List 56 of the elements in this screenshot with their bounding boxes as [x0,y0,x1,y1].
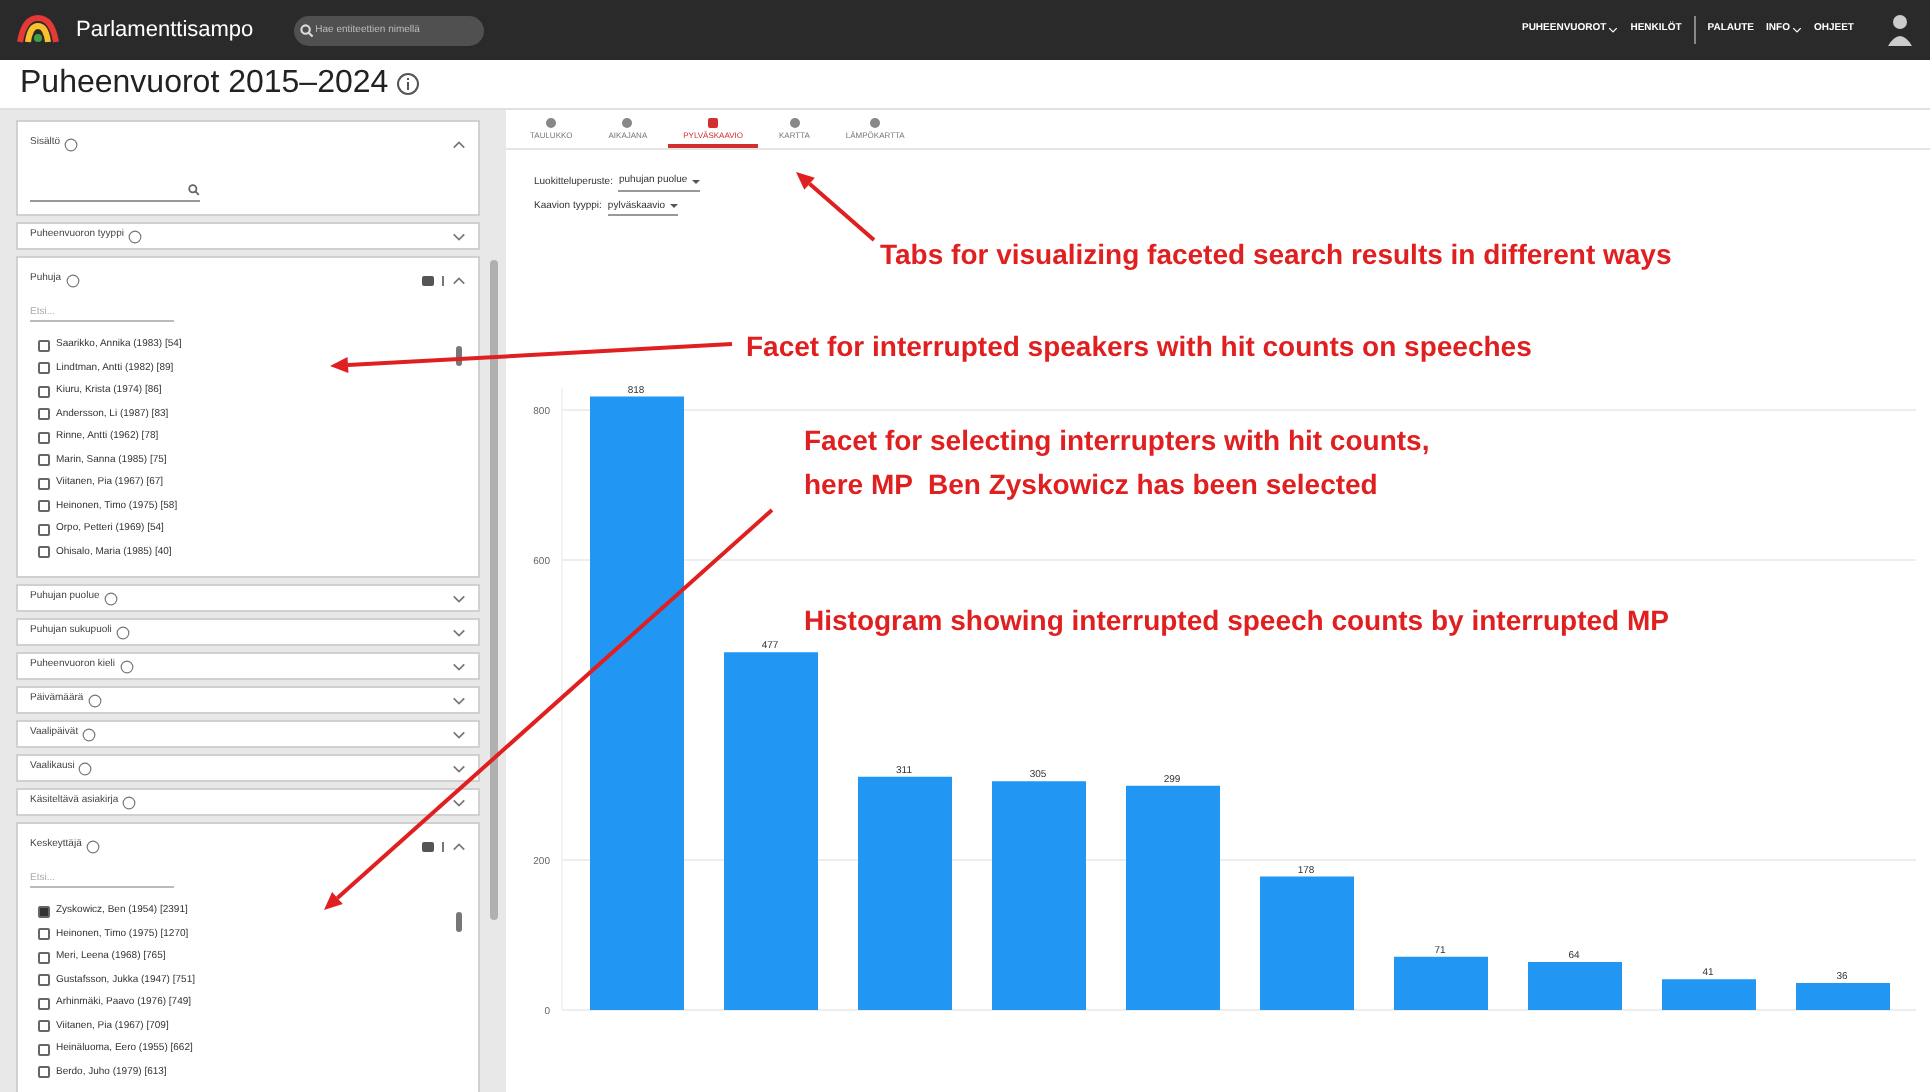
annotation-arrow [796,172,876,242]
checkbox[interactable] [38,546,50,559]
info-icon[interactable] [127,229,142,243]
checkbox[interactable] [38,362,50,375]
checkbox[interactable] [38,523,50,536]
checkbox[interactable] [38,928,50,941]
collapse-icon[interactable] [452,139,466,149]
checkbox[interactable] [38,1043,50,1056]
collapse-icon[interactable] [452,841,466,851]
expand-icon[interactable] [452,231,466,241]
info-icon[interactable] [65,273,80,287]
search-field[interactable] [30,178,200,202]
expand-icon[interactable] [452,593,466,603]
info-icon[interactable] [87,693,102,707]
expand-icon[interactable] [452,729,466,739]
logo-icon [16,14,60,46]
checkbox[interactable] [38,454,50,467]
info-icon[interactable] [78,761,93,775]
user-icon[interactable] [1886,12,1914,48]
app-logo-text[interactable]: Parlamenttisampo [76,13,254,47]
checkbox[interactable] [38,997,50,1010]
info-icon[interactable] [396,72,421,96]
chart-toggle-icon[interactable] [422,841,434,851]
checkbox[interactable] [38,905,50,918]
checkbox[interactable] [38,951,50,964]
expand-icon[interactable] [452,661,466,671]
info-icon[interactable] [119,659,134,673]
search-icon [299,23,314,37]
expand-icon[interactable] [452,627,466,637]
expand-icon[interactable] [452,695,466,705]
search-icon [188,183,200,195]
expand-icon[interactable] [452,763,466,773]
list-scrollbar[interactable] [456,912,462,932]
checkbox[interactable] [38,385,50,398]
checkbox[interactable] [38,339,50,352]
info-icon[interactable] [82,727,97,741]
info-icon[interactable] [122,795,137,809]
checkbox[interactable] [38,408,50,421]
info-icon[interactable] [85,839,100,853]
page-title: Puheenvuorot 2015–2024 [20,64,389,104]
checkbox[interactable] [38,974,50,987]
info-icon[interactable] [115,625,130,639]
caret-icon[interactable] [1608,26,1619,34]
collapse-icon[interactable] [452,275,466,285]
checkbox[interactable] [38,431,50,444]
scrollbar[interactable] [490,260,498,920]
checkbox[interactable] [38,1066,50,1079]
checkbox[interactable] [38,477,50,490]
info-icon[interactable] [64,137,79,151]
caret-icon[interactable] [1791,26,1802,34]
checkbox[interactable] [38,1020,50,1033]
checkbox[interactable] [38,500,50,513]
info-icon[interactable] [103,591,118,605]
chart-toggle-icon[interactable] [422,275,434,285]
expand-icon[interactable] [452,797,466,807]
list-scrollbar[interactable] [456,346,462,366]
